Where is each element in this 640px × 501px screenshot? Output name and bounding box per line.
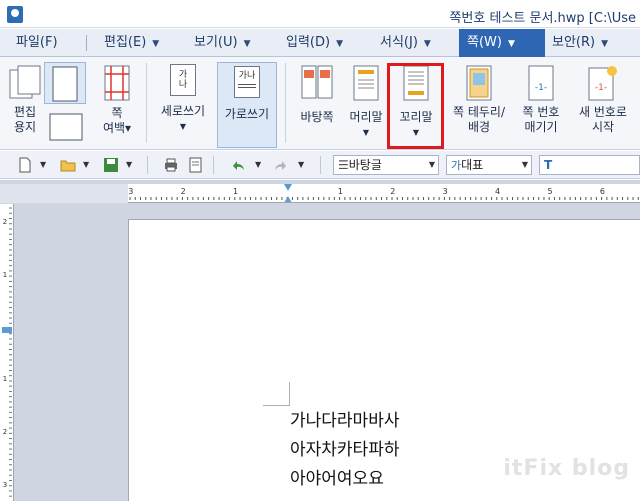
portrait-page-icon — [52, 66, 78, 102]
chevron-down-icon: ▼ — [428, 160, 435, 169]
ruler-label: 3 — [443, 187, 448, 196]
chevron-down-icon: ▼ — [521, 160, 528, 169]
highlight-frame — [387, 63, 444, 149]
ruler-label: 2 — [3, 218, 7, 226]
ruler-label: 2 — [181, 187, 186, 196]
margin-guide — [289, 382, 290, 406]
page-number-icon: -1- — [528, 65, 554, 101]
chevron-down-icon: ▼ — [423, 39, 431, 49]
chevron-down-icon: ▼ — [507, 39, 515, 49]
print-preview-icon[interactable] — [188, 157, 204, 173]
document-line[interactable]: 아야어여오요 — [290, 464, 384, 489]
margin-guide — [263, 405, 289, 406]
portrait-button[interactable] — [44, 62, 86, 104]
landscape-page-icon — [49, 113, 83, 141]
chevron-down-icon: ▼ — [179, 122, 187, 131]
title-bar: 쪽번호 테스트 문서.hwp [C:\Use — [0, 0, 640, 28]
paper-icon — [9, 65, 41, 99]
font-type-select[interactable]: 가대표 ▼ — [446, 155, 532, 175]
ruler-corner — [0, 184, 128, 203]
svg-text:-1-: -1- — [595, 83, 607, 93]
ruler-label: 3 — [128, 187, 133, 196]
toolbar-divider — [320, 156, 321, 174]
menu-divider — [86, 35, 87, 51]
chevron-down-icon[interactable]: ▼ — [126, 160, 132, 169]
open-folder-icon[interactable] — [60, 157, 76, 173]
chevron-down-icon: ▼ — [601, 39, 609, 49]
new-number-icon: -1- — [588, 66, 617, 101]
vertical-writing-button[interactable]: 가 나 세로쓰기 ▼ — [155, 64, 211, 134]
toolbar-divider — [213, 156, 214, 174]
print-icon[interactable] — [163, 157, 179, 173]
window-title: 쪽번호 테스트 문서.hwp [C:\Use — [449, 11, 636, 26]
edit-paper-button[interactable]: 편집 용지 — [5, 64, 45, 135]
document-line[interactable]: 가나다라마바사 — [290, 406, 399, 431]
landscape-button[interactable] — [48, 112, 86, 142]
chevron-down-icon: ▼ — [152, 39, 160, 49]
ruler-label: 1 — [233, 187, 238, 196]
ruler-label: 1 — [3, 271, 7, 279]
indent-marker-icon[interactable] — [284, 184, 292, 203]
vertical-ruler[interactable]: 2 1 1 2 3 — [0, 204, 14, 501]
svg-text:-1-: -1- — [535, 83, 547, 93]
undo-icon[interactable] — [230, 157, 246, 173]
page-border-icon — [466, 65, 492, 101]
ruler-label: 3 — [3, 481, 7, 489]
document-line[interactable]: 아자차카타파하 — [290, 435, 399, 460]
ruler-label: 2 — [390, 187, 395, 196]
redo-icon[interactable] — [273, 157, 289, 173]
menu-insert[interactable]: 입력(D) ▼ — [286, 29, 343, 57]
page-border-button[interactable]: 쪽 테두리/ 배경 — [445, 64, 513, 135]
toolbar-divider — [147, 156, 148, 174]
background-page-icon — [301, 65, 333, 99]
menu-bar: 파일(F) 편집(E) ▼ 보기(U) ▼ 입력(D) ▼ 서식(J) ▼ 쪽(W) ▼ … — [0, 29, 640, 57]
watermark: itFix blog — [503, 456, 630, 481]
ruler-label: 4 — [495, 187, 500, 196]
chevron-down-icon: ▼ — [362, 128, 370, 137]
page-margin-button[interactable]: 쪽 여백▾ — [95, 64, 139, 136]
horizontal-ruler[interactable]: 3 2 1 1 2 3 4 5 6 — [128, 184, 640, 203]
quick-toolbar: ▼ ▼ ▼ ▼ ▼ ☰바탕글 ▼ 가대표 ▼ T — [0, 151, 640, 179]
hwp-app-icon[interactable] — [7, 6, 23, 23]
background-page-button[interactable]: 바탕쪽 — [292, 64, 342, 125]
ruler-label: 1 — [3, 375, 7, 383]
ribbon-divider — [146, 63, 147, 143]
margin-icon — [104, 65, 130, 101]
menu-security[interactable]: 보안(R) ▼ — [552, 29, 608, 57]
style-icon: ☰ — [338, 158, 349, 172]
horizontal-writing-button[interactable]: 가나 가로쓰기 — [217, 62, 277, 148]
header-icon — [353, 65, 379, 101]
chevron-down-icon[interactable]: ▼ — [298, 160, 304, 169]
font-type-icon: 가 — [451, 159, 462, 172]
menu-format[interactable]: 서식(J) ▼ — [380, 29, 431, 57]
chevron-down-icon: ▼ — [243, 39, 251, 49]
font-icon: T — [544, 158, 553, 172]
page-number-button[interactable]: -1- 쪽 번호 매기기 — [516, 64, 566, 135]
ruler-label: 6 — [600, 187, 605, 196]
ruler-label: 1 — [338, 187, 343, 196]
menu-file[interactable]: 파일(F) — [16, 29, 58, 57]
style-select[interactable]: ☰바탕글 ▼ — [333, 155, 439, 175]
new-document-icon[interactable] — [17, 157, 33, 173]
save-icon[interactable] — [103, 157, 119, 173]
ruler-label: 2 — [3, 428, 7, 436]
header-button[interactable]: 머리말 ▼ — [345, 64, 387, 140]
chevron-down-icon[interactable]: ▼ — [255, 160, 261, 169]
ruler-label: 5 — [547, 187, 552, 196]
ribbon-divider — [285, 63, 286, 143]
margin-marker-icon[interactable] — [2, 327, 12, 333]
chevron-down-icon[interactable]: ▼ — [40, 160, 46, 169]
menu-edit[interactable]: 편집(E) ▼ — [104, 29, 159, 57]
menu-page[interactable]: 쪽(W) ▼ — [459, 29, 545, 57]
new-number-button[interactable]: -1- 새 번호로 시작 — [570, 64, 636, 135]
chevron-down-icon: ▼ — [336, 39, 343, 49]
font-name-select[interactable]: T — [539, 155, 640, 175]
menu-view[interactable]: 보기(U) ▼ — [194, 29, 251, 57]
chevron-down-icon[interactable]: ▼ — [83, 160, 89, 169]
